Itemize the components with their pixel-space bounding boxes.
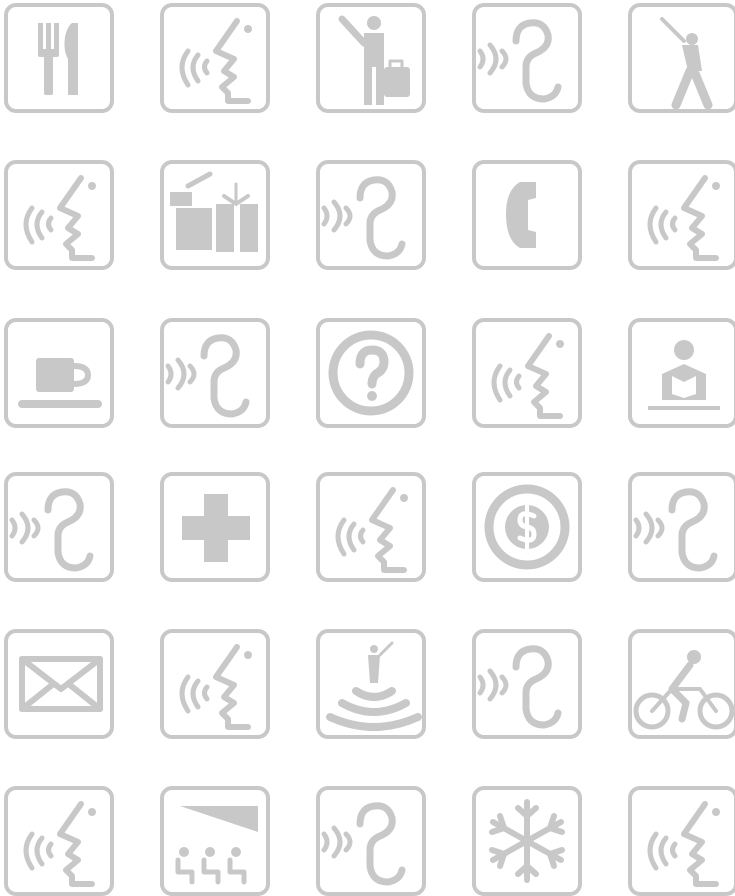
pictogram-tile-first-aid <box>160 472 270 582</box>
pictogram-tile-hearing <box>472 3 582 113</box>
pictogram-tile-snowflake <box>472 786 582 896</box>
pictogram-tile-observation-point <box>316 629 426 739</box>
pictogram-tile-hearing <box>316 786 426 896</box>
pictogram-tile-speaking <box>160 629 270 739</box>
pictogram-tile-restaurant <box>4 3 114 113</box>
pictogram-tile-telephone <box>472 160 582 270</box>
pictogram-tile-hail-taxi <box>316 3 426 113</box>
pictogram-tile-speaking <box>472 318 582 428</box>
pictogram-tile-hearing <box>316 160 426 270</box>
pictogram-tile-bicycling <box>628 629 735 739</box>
pictogram-tile-coffee <box>4 318 114 428</box>
pictogram-tile-hearing <box>628 472 735 582</box>
pictogram-tile-reading <box>628 318 735 428</box>
pictogram-tile-information <box>316 318 426 428</box>
pictogram-tile-baseball <box>628 3 735 113</box>
pictogram-tile-gift-shop <box>160 160 270 270</box>
pictogram-tile-hearing <box>160 318 270 428</box>
pictogram-tile-mail <box>4 629 114 739</box>
icon-grid <box>0 0 735 896</box>
pictogram-tile-theater <box>160 786 270 896</box>
pictogram-tile-hearing <box>4 472 114 582</box>
pictogram-tile-hearing <box>472 629 582 739</box>
pictogram-tile-speaking <box>160 3 270 113</box>
pictogram-tile-speaking <box>628 160 735 270</box>
pictogram-tile-speaking <box>4 160 114 270</box>
pictogram-tile-speaking <box>628 786 735 896</box>
pictogram-tile-speaking <box>4 786 114 896</box>
pictogram-tile-speaking <box>316 472 426 582</box>
pictogram-tile-currency-exchange <box>472 472 582 582</box>
